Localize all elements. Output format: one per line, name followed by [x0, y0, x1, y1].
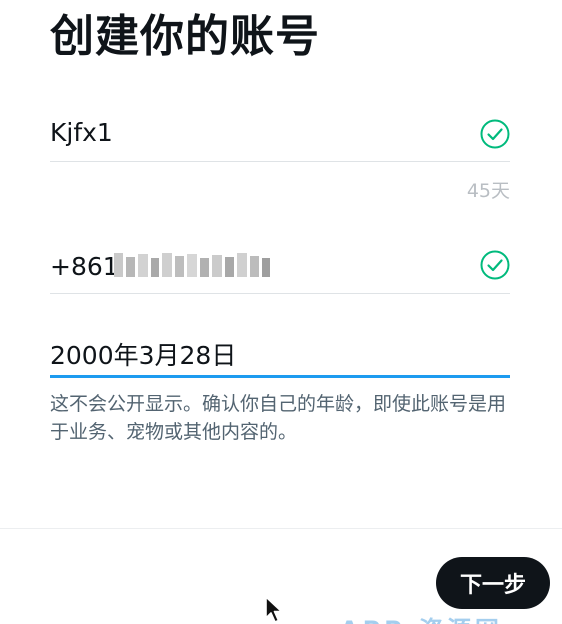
birthdate-helper-text: 这不会公开显示。确认你自己的年龄，即使此账号是用于业务、宠物或其他内容的。 [50, 393, 507, 443]
name-input-value[interactable]: Kjfx1 [50, 118, 113, 147]
birthdate-field[interactable]: 2000年3月28日 [50, 336, 510, 380]
check-circle-icon [480, 119, 510, 149]
phone-field-underline [50, 293, 510, 294]
birthdate-field-underline [50, 375, 510, 378]
page-title: 创建你的账号 [50, 11, 320, 62]
mouse-pointer-icon [265, 596, 283, 623]
phone-field[interactable]: +861 [50, 250, 510, 300]
phone-input-value[interactable]: +861 [50, 252, 119, 281]
watermark-logo: APP·资源网 [340, 610, 503, 624]
name-field[interactable]: Kjfx1 [50, 116, 510, 166]
name-counter: 45天 [466, 180, 510, 202]
next-button[interactable]: 下一步 [436, 557, 550, 609]
footer-divider [0, 528, 562, 529]
birthdate-input-value[interactable]: 2000年3月28日 [50, 336, 236, 372]
check-circle-icon [480, 250, 510, 280]
name-field-underline [50, 161, 510, 162]
blurred-phone-digits [114, 253, 270, 277]
create-account-screen: 创建你的账号 Kjfx1 45天 +861 2000年3月28日 这不会公开显示… [0, 0, 562, 624]
